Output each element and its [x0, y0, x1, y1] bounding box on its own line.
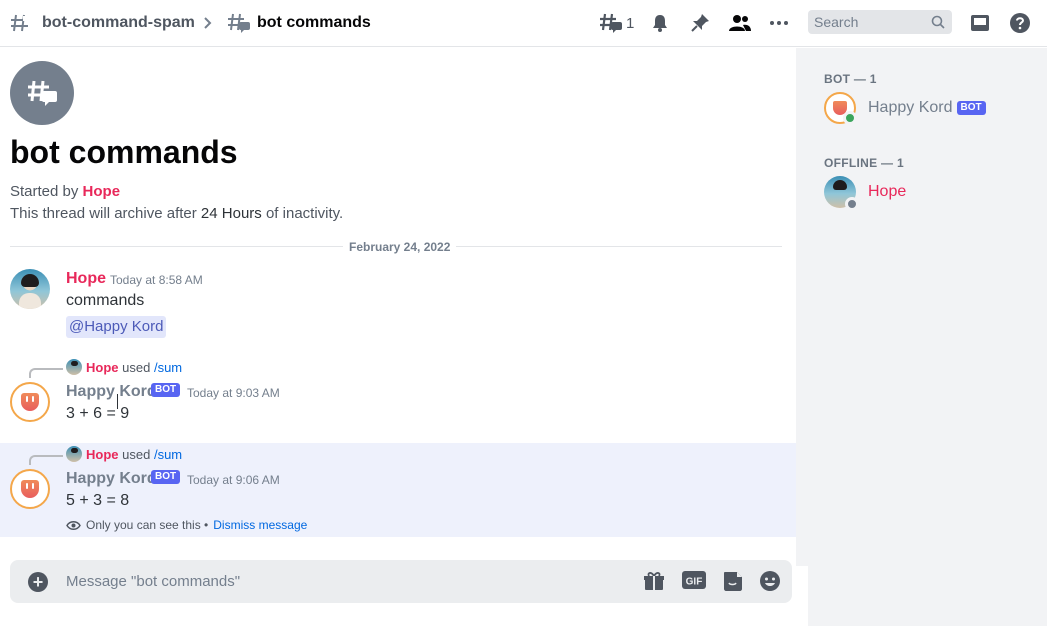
help-icon[interactable]	[1009, 0, 1031, 46]
notification-bell-icon[interactable]	[649, 0, 671, 46]
member-name: Hope	[868, 183, 907, 200]
search-input[interactable]	[808, 10, 918, 34]
reply-used-text: used	[122, 447, 151, 462]
message-author[interactable]: Happy Kord	[66, 470, 157, 488]
reply-context[interactable]: Hope used /sum	[86, 360, 182, 375]
member-name: Happy Kord	[868, 99, 953, 116]
gif-button[interactable]: GIF	[682, 570, 706, 595]
reply-context[interactable]: Hope used /sum	[86, 447, 182, 462]
add-attachment-button[interactable]: +	[28, 572, 48, 592]
sticker-icon[interactable]	[722, 570, 744, 597]
archive-note: This thread will archive after 24 Hours …	[10, 205, 343, 222]
user-mention[interactable]: @Happy Kord	[66, 316, 167, 338]
inbox-icon[interactable]	[969, 0, 991, 46]
text-cursor	[117, 394, 118, 409]
thread-starter-name[interactable]: Hope	[83, 183, 121, 200]
pin-icon[interactable]	[689, 0, 711, 46]
message-input[interactable]	[66, 560, 626, 603]
thread-title-header: bot commands	[257, 14, 371, 31]
avatar[interactable]	[10, 269, 50, 309]
member-item-happy-kord[interactable]: Happy Kord BOT	[824, 88, 1034, 128]
bot-tag: BOT	[151, 383, 181, 397]
started-by-prefix: Started by	[10, 183, 79, 200]
gift-icon[interactable]	[643, 570, 665, 597]
reply-spine	[29, 455, 63, 465]
reply-spine	[29, 368, 63, 378]
channel-header: bot-command-spam bot commands 1	[0, 0, 1047, 47]
dismiss-message-link[interactable]: Dismiss message	[213, 518, 307, 532]
threads-hash-icon	[10, 0, 32, 46]
message-timestamp: Today at 9:06 AM	[187, 473, 280, 487]
message-composer: + GIF	[10, 560, 792, 603]
threads-icon	[600, 13, 622, 33]
bot-tag: BOT	[956, 101, 986, 115]
message-text: 5 + 3 = 8	[66, 492, 130, 509]
archive-duration: 24 Hours	[200, 205, 262, 222]
eye-icon	[66, 520, 81, 530]
archive-prefix: This thread will archive after	[10, 205, 197, 222]
reply-command: /sum	[153, 360, 183, 375]
threads-button[interactable]	[598, 0, 624, 46]
reply-user: Hope	[86, 447, 119, 462]
online-status-dot	[843, 111, 857, 125]
ephemeral-note: Only you can see this • Dismiss message	[66, 518, 307, 532]
thread-icon	[227, 0, 251, 46]
reply-avatar	[66, 446, 82, 462]
offline-status-dot	[845, 197, 859, 211]
member-item-hope[interactable]: Hope	[824, 172, 1034, 212]
reply-command: /sum	[153, 447, 183, 462]
bot-avatar	[824, 92, 857, 125]
bot-avatar[interactable]	[10, 469, 50, 509]
scrollbar[interactable]	[796, 48, 808, 566]
gif-label: GIF	[686, 577, 703, 588]
message-timestamp: Today at 9:03 AM	[187, 386, 280, 400]
reply-user: Hope	[86, 360, 119, 375]
message-text: commands	[66, 292, 145, 309]
member-list: BOT — 1 Happy Kord BOT OFFLINE — 1 Hope	[808, 48, 1047, 626]
search-icon	[931, 15, 945, 34]
search-box[interactable]	[808, 10, 952, 34]
thread-icon-large	[10, 61, 74, 125]
threads-count: 1	[626, 14, 635, 32]
emoji-icon[interactable]	[759, 570, 781, 597]
member-list-icon[interactable]	[728, 0, 752, 46]
bot-avatar[interactable]	[10, 382, 50, 422]
reply-avatar	[66, 359, 82, 375]
message-author[interactable]: Hope	[66, 270, 106, 288]
thread-title: bot commands	[10, 134, 238, 170]
bot-tag: BOT	[151, 470, 181, 484]
reply-used-text: used	[122, 360, 151, 375]
started-by-line: Started by Hope	[10, 183, 120, 200]
member-group-header-offline: OFFLINE — 1	[824, 156, 904, 170]
only-you-text: Only you can see this •	[86, 518, 209, 532]
chevron-right-icon	[203, 0, 213, 46]
message-timestamp: Today at 8:58 AM	[110, 273, 203, 287]
parent-channel-link[interactable]: bot-command-spam	[42, 0, 195, 46]
avatar	[824, 176, 859, 211]
message-text: 3 + 6 = 9	[66, 405, 130, 422]
message-author[interactable]: Happy Kord	[66, 383, 157, 401]
archive-suffix: of inactivity.	[265, 205, 344, 222]
more-options-icon[interactable]	[768, 0, 790, 46]
date-divider-label: February 24, 2022	[343, 240, 457, 254]
member-group-header-bot: BOT — 1	[824, 72, 877, 86]
